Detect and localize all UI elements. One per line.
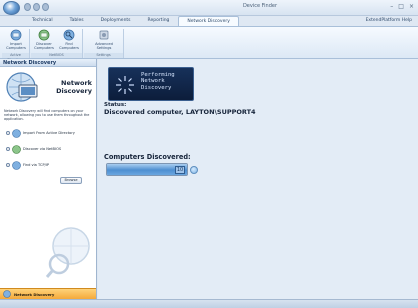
quick-redo-icon[interactable]	[42, 3, 49, 11]
tcpip-icon	[12, 160, 21, 170]
advanced-settings-button[interactable]: Advanced Settings	[92, 29, 116, 50]
import-computers-button[interactable]: Import Computers	[4, 29, 28, 50]
radar-burst-icon	[116, 76, 134, 94]
ribbon-group-netbios: Discover Computers Find Computers NetBIO…	[31, 29, 83, 58]
left-pane: Network Discovery Network Discovery Netw…	[0, 59, 97, 299]
computers-count: 10	[175, 166, 185, 174]
minimize-button[interactable]: –	[390, 3, 393, 10]
radio-button[interactable]	[6, 131, 10, 135]
help-link[interactable]: ExtendPlatform Help	[366, 18, 412, 23]
banner-text: Performing Network Discovery	[141, 72, 193, 91]
left-pane-footer-tab[interactable]: Network Discovery	[0, 288, 96, 299]
option-import-active-directory[interactable]: Import From Active Directory	[6, 127, 94, 139]
status-bar	[0, 299, 418, 308]
group-label-netbios: NetBIOS	[31, 53, 82, 58]
ribbon-group-active-directory: Import Computers Active Directory	[2, 29, 30, 62]
discover-computers-icon	[38, 29, 50, 41]
footer-label: Network Discovery	[14, 291, 55, 297]
tab-network-discovery[interactable]: Network Discovery	[178, 16, 239, 26]
window-title: Device Finder	[242, 3, 278, 9]
browse-button[interactable]: Browse	[60, 177, 82, 184]
option-label: Discover via NetBIOS	[23, 147, 62, 151]
radio-button[interactable]	[6, 147, 10, 151]
application-menu-orb[interactable]	[3, 1, 20, 15]
active-directory-icon	[12, 128, 21, 138]
tab-tables[interactable]: Tables	[62, 16, 92, 26]
banner-line3: Discovery	[141, 84, 172, 91]
performing-discovery-banner: Performing Network Discovery	[108, 67, 194, 101]
import-computers-icon	[10, 29, 22, 41]
tab-deployments[interactable]: Deployments	[93, 16, 139, 26]
option-discover-netbios[interactable]: Discover via NetBIOS	[6, 143, 94, 155]
option-label: Find via TCP/IP	[23, 163, 50, 167]
quick-access-toolbar	[24, 3, 49, 11]
stop-discovery-icon[interactable]	[190, 166, 198, 174]
option-label: Import From Active Directory	[23, 131, 75, 135]
network-globe-icon	[6, 72, 38, 102]
status-text: Discovered computer, LAYTON\SUPPORT4	[104, 108, 256, 116]
banner-line1: Performing	[141, 72, 175, 78]
left-pane-hero: Network Discovery	[4, 71, 94, 105]
left-pane-hero-title: Network Discovery	[42, 79, 92, 95]
banner-line2: Network	[141, 78, 165, 85]
main-content: Performing Network Discovery Status: Dis…	[98, 59, 418, 299]
advanced-settings-label: Advanced Settings	[95, 42, 113, 50]
window-controls: – □ ×	[390, 3, 414, 10]
find-computers-label: Find Computers	[59, 42, 79, 50]
group-label-active-directory: Active Directory	[2, 53, 29, 62]
advanced-settings-icon	[99, 30, 109, 40]
ribbon-group-settings: Advanced Settings Settings	[84, 29, 124, 58]
left-pane-header: Network Discovery	[0, 59, 96, 67]
hero-title-line2: Discovery	[56, 87, 92, 95]
find-computers-button[interactable]: Find Computers	[57, 29, 81, 50]
ribbon-tabs: Technical Tables Deployments Reporting N…	[24, 16, 239, 26]
netbios-icon	[12, 144, 21, 154]
maximize-button[interactable]: □	[398, 3, 404, 10]
close-button[interactable]: ×	[409, 3, 414, 10]
hero-title-line1: Network	[61, 79, 92, 87]
left-pane-description: Network Discovery will find computers on…	[4, 109, 90, 122]
tab-technical[interactable]: Technical	[24, 16, 61, 26]
find-computers-icon	[63, 29, 75, 41]
quick-save-icon[interactable]	[24, 3, 31, 11]
discover-computers-label: Discover Computers	[34, 42, 54, 50]
title-bar: Device Finder – □ ×	[0, 0, 418, 16]
group-label-settings: Settings	[84, 53, 123, 58]
discover-computers-button[interactable]: Discover Computers	[32, 29, 56, 50]
network-discovery-icon	[3, 290, 11, 298]
radio-button[interactable]	[6, 163, 10, 167]
import-computers-label: Import Computers	[6, 42, 26, 50]
computers-discovered-label: Computers Discovered:	[104, 153, 191, 161]
discovery-progress-bar: 10	[106, 163, 188, 176]
option-find-tcpip[interactable]: Find via TCP/IP	[6, 159, 94, 171]
tab-reporting[interactable]: Reporting	[140, 16, 178, 26]
quick-undo-icon[interactable]	[33, 3, 40, 11]
ribbon: Import Computers Active Directory Discov…	[0, 26, 418, 62]
network-watermark-icon	[45, 227, 90, 278]
